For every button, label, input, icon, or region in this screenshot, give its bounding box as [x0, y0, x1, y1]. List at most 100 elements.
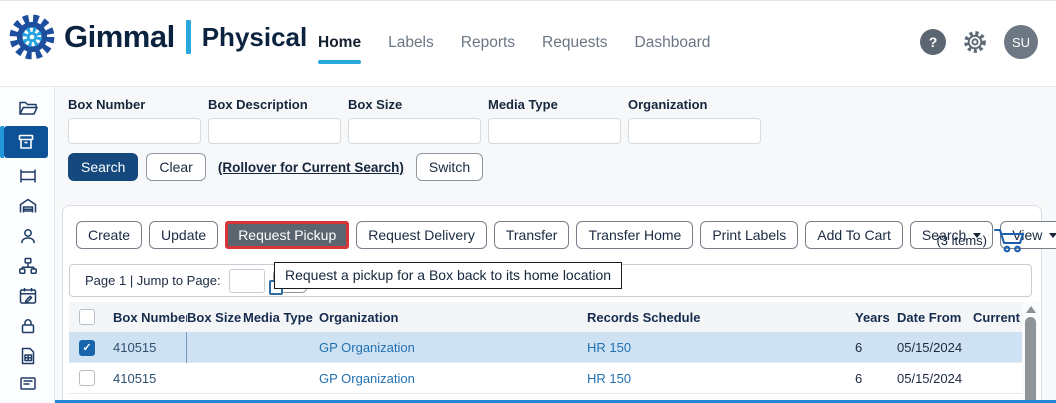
print-labels-button[interactable]: Print Labels [700, 221, 798, 249]
row-checkbox[interactable] [79, 370, 95, 386]
cell-records-schedule-link[interactable]: HR 150 [587, 340, 855, 355]
tab-home[interactable]: Home [318, 34, 361, 64]
cart-items-count: (3 items) [936, 233, 987, 248]
cell-box-number[interactable]: 410515 [113, 332, 187, 363]
col-box-size[interactable]: Box Size [187, 310, 243, 325]
rollover-current-search-link[interactable]: (Rollover for Current Search) [218, 160, 404, 175]
col-records-schedule[interactable]: Records Schedule [587, 310, 855, 325]
sidebar-item-schedule[interactable] [0, 284, 55, 308]
table-row[interactable]: 410515 GP Organization HR 150 6 05/15/20… [69, 332, 1023, 363]
filter-label: Media Type [488, 97, 621, 112]
document-grid-icon [17, 345, 39, 367]
sidebar-item-folders[interactable] [0, 96, 55, 120]
request-delivery-button[interactable]: Request Delivery [356, 221, 487, 249]
search-actions-row: Search Clear (Rollover for Current Searc… [68, 153, 483, 181]
table-header-row: Box Number Box Size Media Type Organizat… [69, 302, 1023, 332]
results-panel: Create Update Request Pickup Request Del… [62, 205, 1042, 403]
sidebar-item-users[interactable] [0, 224, 55, 248]
filter-media-type: Media Type [488, 97, 621, 144]
vertical-scrollbar[interactable] [1022, 302, 1039, 403]
cell-years: 6 [855, 371, 897, 386]
media-type-input[interactable] [488, 118, 621, 144]
brand-name: Gimmal [64, 19, 175, 55]
jump-to-page-input[interactable] [229, 269, 265, 293]
col-box-number[interactable]: Box Number [113, 310, 187, 325]
scroll-up-arrow-icon[interactable] [1022, 302, 1039, 316]
filter-box-number: Box Number [68, 97, 201, 144]
cell-records-schedule-link[interactable]: HR 150 [587, 371, 855, 386]
cell-organization-link[interactable]: GP Organization [319, 371, 587, 386]
settings-gear-icon[interactable] [962, 29, 988, 55]
sidebar-item-security[interactable] [0, 314, 55, 338]
organization-input[interactable] [628, 118, 761, 144]
tab-dashboard[interactable]: Dashboard [635, 34, 711, 64]
row-checkbox[interactable] [79, 340, 95, 356]
left-sidebar [0, 87, 55, 403]
cell-organization-link[interactable]: GP Organization [319, 340, 587, 355]
brand-divider [186, 20, 191, 54]
create-button[interactable]: Create [76, 221, 142, 249]
transfer-home-button[interactable]: Transfer Home [576, 221, 693, 249]
cell-years: 6 [855, 340, 897, 355]
tab-labels[interactable]: Labels [388, 34, 434, 64]
app-window: Gimmal Physical Home Labels Reports Requ… [0, 0, 1056, 403]
sidebar-item-boxes[interactable] [4, 126, 48, 158]
switch-button[interactable]: Switch [416, 153, 483, 181]
col-media-type[interactable]: Media Type [243, 310, 319, 325]
user-avatar[interactable]: SU [1004, 25, 1038, 59]
header-actions: ? SU [920, 25, 1038, 59]
cell-box-number[interactable]: 410515 [113, 371, 187, 386]
select-all-checkbox[interactable] [79, 309, 95, 325]
shopping-cart-icon[interactable] [993, 226, 1027, 254]
clear-button[interactable]: Clear [146, 153, 205, 181]
box-description-input[interactable] [208, 118, 341, 144]
search-button[interactable]: Search [68, 153, 138, 181]
pagination-label: Page 1 | Jump to Page: [85, 273, 221, 288]
filter-label: Box Size [348, 97, 481, 112]
tab-requests[interactable]: Requests [542, 34, 607, 64]
transfer-button[interactable]: Transfer [494, 221, 570, 249]
request-pickup-tooltip: Request a pickup for a Box back to its h… [274, 262, 622, 289]
filter-organization: Organization [628, 97, 761, 144]
tab-reports[interactable]: Reports [461, 34, 515, 64]
scrollbar-thumb[interactable] [1025, 317, 1036, 403]
table-row[interactable]: 410515 GP Organization HR 150 6 05/15/20… [69, 363, 1023, 394]
cell-date-from: 05/15/2024 [897, 371, 973, 386]
calendar-edit-icon [17, 285, 39, 307]
top-header: Gimmal Physical Home Labels Reports Requ… [0, 1, 1056, 87]
sidebar-item-shelves[interactable] [0, 164, 55, 188]
col-date-from[interactable]: Date From [897, 310, 973, 325]
brand: Gimmal Physical [8, 13, 307, 61]
filter-box-description: Box Description [208, 97, 341, 144]
sidebar-item-org-chart[interactable] [0, 254, 55, 278]
box-number-input[interactable] [68, 118, 201, 144]
storage-list-icon [17, 375, 39, 397]
cell-date-from: 05/15/2024 [897, 340, 973, 355]
cart-area: (3 items) [936, 226, 1027, 254]
sidebar-item-storage[interactable] [0, 374, 55, 398]
boxes-table: Box Number Box Size Media Type Organizat… [69, 302, 1023, 403]
main-content: Box Number Box Description Box Size Medi… [55, 87, 1056, 403]
request-pickup-button[interactable]: Request Pickup [225, 221, 349, 249]
col-organization[interactable]: Organization [319, 310, 587, 325]
filter-label: Organization [628, 97, 761, 112]
filter-label: Box Number [68, 97, 201, 112]
archive-box-icon [15, 131, 37, 153]
filter-box-size: Box Size [348, 97, 481, 144]
sidebar-item-reports-doc[interactable] [0, 344, 55, 368]
sidebar-item-warehouse[interactable] [0, 194, 55, 218]
help-icon[interactable]: ? [920, 29, 946, 55]
col-years[interactable]: Years [855, 310, 897, 325]
col-current-location[interactable]: Current Lo [973, 310, 1023, 325]
update-button[interactable]: Update [149, 221, 218, 249]
open-folder-icon [17, 97, 39, 119]
user-icon [17, 225, 39, 247]
filter-label: Box Description [208, 97, 341, 112]
box-size-input[interactable] [348, 118, 481, 144]
warehouse-icon [17, 195, 39, 217]
org-chart-icon [17, 255, 39, 277]
filter-row: Box Number Box Description Box Size Medi… [68, 97, 761, 144]
shelf-icon [17, 165, 39, 187]
add-to-cart-button[interactable]: Add To Cart [805, 221, 903, 249]
lock-icon [17, 315, 39, 337]
